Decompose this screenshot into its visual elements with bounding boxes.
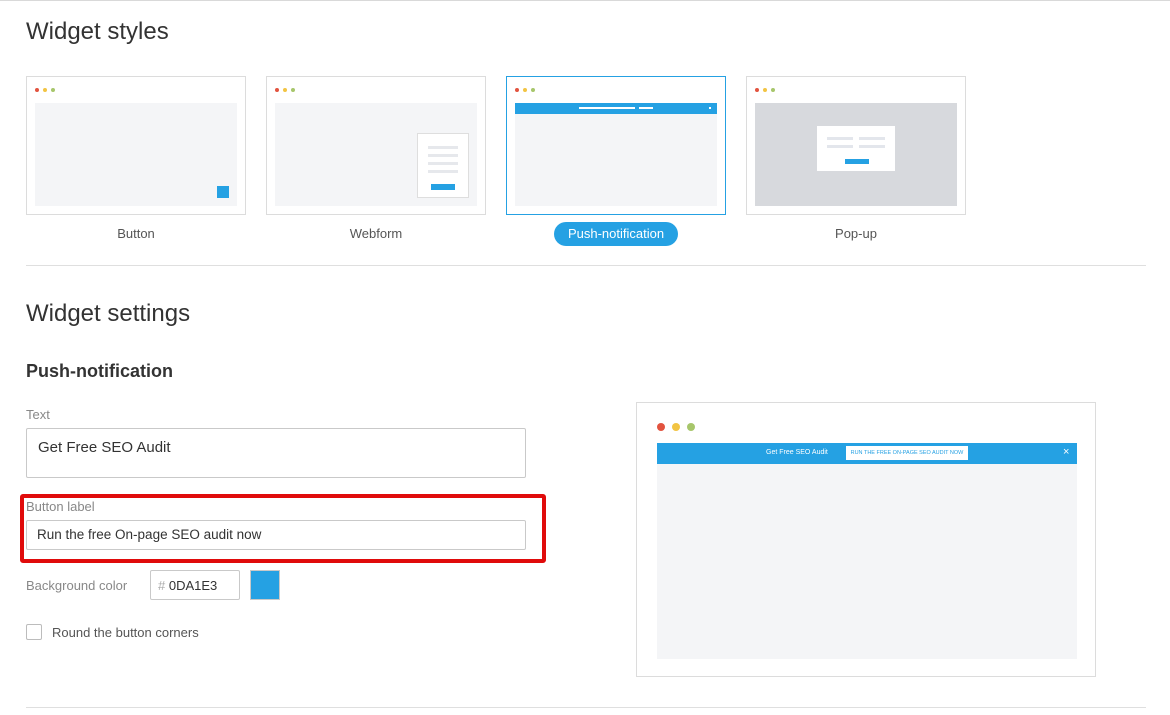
preview-bar-button: Run the free On-page SEO audit now [846,446,968,460]
window-dots-icon [755,88,775,92]
window-dots-icon [515,88,535,92]
annotation-highlight-box [20,494,546,563]
top-divider [0,0,1170,1]
style-label-webform[interactable]: Webform [266,226,486,241]
background-color-value: 0DA1E3 [168,578,218,593]
widget-preview: Get Free SEO Audit Run the free On-page … [636,402,1096,677]
mini-notification-bar-icon [515,103,717,114]
style-label-push-notification[interactable]: Push-notification [554,222,678,246]
preview-bar-text: Get Free SEO Audit [766,449,828,456]
widget-styles-title: Widget styles [26,18,169,45]
card-preview-screen [275,103,477,206]
card-preview-screen [35,103,237,206]
color-swatch[interactable] [250,570,280,600]
round-corners-label[interactable]: Round the button corners [52,625,199,640]
window-dots-icon [657,423,695,431]
style-label-button[interactable]: Button [26,226,246,241]
text-field-label: Text [26,407,50,422]
bottom-divider [26,707,1146,708]
preview-notification-bar: Get Free SEO Audit Run the free On-page … [657,443,1077,464]
section-divider [26,265,1146,266]
background-color-input[interactable]: # 0DA1E3 [150,570,240,600]
style-card-webform[interactable] [266,76,486,215]
style-card-push-notification[interactable] [506,76,726,215]
mini-popup-icon [817,126,895,171]
window-dots-icon [35,88,55,92]
settings-subtitle: Push-notification [26,361,173,381]
preview-screen: Get Free SEO Audit Run the free On-page … [657,443,1077,659]
style-card-popup[interactable] [746,76,966,215]
round-corners-checkbox[interactable] [26,624,42,640]
card-preview-screen [515,103,717,206]
close-icon: × [1063,446,1070,458]
text-field[interactable]: Get Free SEO Audit [26,428,526,478]
widget-settings-title: Widget settings [26,300,191,327]
background-color-label: Background color [26,578,128,593]
style-label-popup[interactable]: Pop-up [746,226,966,241]
mini-webform-icon [417,133,469,198]
style-card-button[interactable] [26,76,246,215]
card-preview-screen [755,103,957,206]
mini-button-icon [217,186,229,198]
window-dots-icon [275,88,295,92]
hash-prefix: # [158,578,166,593]
